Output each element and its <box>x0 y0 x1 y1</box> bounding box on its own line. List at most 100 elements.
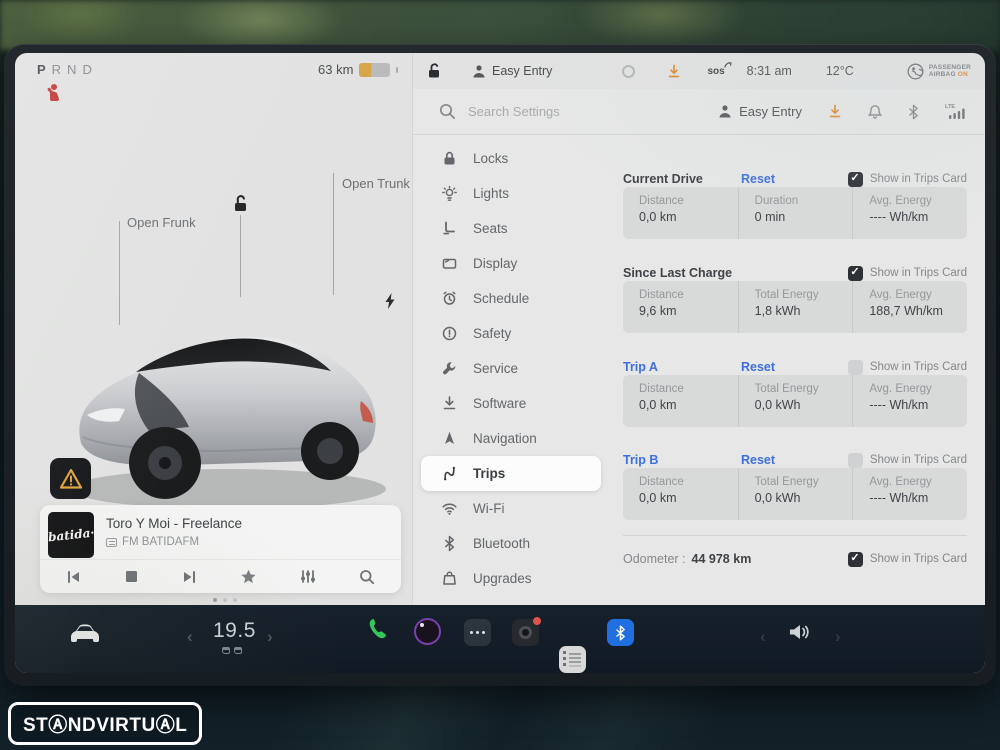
airbag-icon <box>907 63 924 79</box>
sidebar-item-locks[interactable]: Locks <box>413 141 609 176</box>
volume-icon[interactable] <box>787 621 811 643</box>
volume-down-chevron[interactable]: ‹ <box>760 627 766 647</box>
unlocked-icon[interactable] <box>232 195 249 212</box>
track-title[interactable]: Toro Y Moi - Freelance <box>106 516 242 531</box>
bottom-dock: ‹ 19.5 › ‹ › <box>15 605 985 673</box>
sidebar-item-display[interactable]: Display <box>413 246 609 281</box>
sidebar-item-safety[interactable]: Safety <box>413 316 609 351</box>
trip-name[interactable]: Trip B <box>623 453 741 467</box>
sidebar-item-navigation[interactable]: Navigation <box>413 421 609 456</box>
bell-icon[interactable] <box>868 104 882 119</box>
divider <box>623 535 967 536</box>
download-icon[interactable] <box>667 64 681 79</box>
reset-button[interactable]: Reset <box>741 172 775 186</box>
temp-decrease-chevron[interactable]: ‹ <box>187 627 193 647</box>
cabin-temperature[interactable]: 19.5 <box>213 619 256 643</box>
clock: 8:31 am <box>746 64 792 78</box>
more-apps-icon[interactable] <box>464 619 491 646</box>
page-indicator <box>213 598 237 602</box>
album-art[interactable]: batida· <box>48 512 94 558</box>
sidebar-item-service[interactable]: Service <box>413 351 609 386</box>
upgrades-icon <box>443 571 456 585</box>
lock-icon <box>444 151 455 165</box>
media-player-card[interactable]: batida· Toro Y Moi - Freelance FM BATIDA… <box>40 505 401 593</box>
battery-nub <box>396 66 399 73</box>
status-bar-right: Easy Entry sos 8:31 am 12°C PASSENGER AIR… <box>412 53 985 89</box>
record-status-icon[interactable] <box>622 64 636 78</box>
temp-increase-chevron[interactable]: › <box>267 627 273 647</box>
reset-button[interactable]: Reset <box>741 360 775 374</box>
since-last-charge-header: Since Last Charge Show in Trips Card <box>623 263 967 283</box>
open-frunk-label[interactable]: Open Frunk <box>127 215 196 231</box>
lte-signal-icon: LTE <box>945 104 965 119</box>
standvirtual-watermark: STⒶNDVIRTUⒶL <box>8 702 203 745</box>
open-trunk-label[interactable]: Open Trunk <box>342 176 410 192</box>
gear-indicator: PRND <box>37 62 98 77</box>
calendar-icon[interactable] <box>559 646 586 673</box>
settings-sidebar: Locks Lights Seats Display Schedule Safe… <box>413 141 609 596</box>
phone-icon[interactable] <box>365 617 391 643</box>
sidebar-item-seats[interactable]: Seats <box>413 211 609 246</box>
favorite-icon[interactable] <box>240 569 257 585</box>
trips-content: Current Drive Reset Show in Trips Card D… <box>623 141 967 605</box>
vehicle-visualization[interactable] <box>43 251 407 531</box>
unlocked-icon[interactable] <box>427 63 442 79</box>
equalizer-icon[interactable] <box>300 569 316 584</box>
hazard-warning-icon <box>59 468 82 489</box>
sidebar-item-upgrades[interactable]: Upgrades <box>413 561 609 596</box>
schedule-icon <box>443 291 456 305</box>
range-text: 63 km <box>318 62 354 77</box>
download-icon[interactable] <box>828 104 842 119</box>
voice-app-icon[interactable] <box>414 618 441 645</box>
dashcam-icon[interactable] <box>512 617 541 646</box>
seatbelt-warning-icon <box>47 84 59 102</box>
next-icon[interactable] <box>181 570 197 584</box>
seat-icon <box>443 221 455 235</box>
car-controls-button[interactable] <box>67 621 103 647</box>
radio-source-icon <box>106 537 117 547</box>
reset-button[interactable]: Reset <box>741 453 775 467</box>
trees-reflection <box>0 0 1000 50</box>
search-icon[interactable] <box>359 569 375 585</box>
media-source[interactable]: FM BATIDAFM <box>106 536 199 548</box>
trip-a-header: Trip A Reset Show in Trips Card <box>623 359 967 375</box>
show-in-trips-checkbox[interactable] <box>847 359 863 375</box>
show-in-trips-checkbox[interactable] <box>847 265 863 281</box>
trip-name[interactable]: Trip A <box>623 360 741 374</box>
show-in-trips-checkbox[interactable] <box>847 452 863 468</box>
sidebar-item-lights[interactable]: Lights <box>413 176 609 211</box>
show-in-trips-checkbox[interactable] <box>847 551 863 567</box>
airbag-state: ON <box>957 71 968 78</box>
sidebar-item-trips[interactable]: Trips <box>421 456 601 491</box>
seat-heater-icons[interactable] <box>222 647 242 654</box>
sidebar-item-wifi[interactable]: Wi-Fi <box>413 491 609 526</box>
sidebar-item-bluetooth[interactable]: Bluetooth <box>413 526 609 561</box>
current-drive-table: Distance 0,0 km Duration 0 min Avg. Energy… <box>623 187 967 239</box>
show-in-trips-checkbox[interactable] <box>847 171 863 187</box>
album-art-label: batida· <box>48 525 94 545</box>
volume-up-chevron[interactable]: › <box>835 627 841 647</box>
hazard-warning-button[interactable] <box>50 458 91 499</box>
driver-profile[interactable]: Easy Entry <box>492 64 552 78</box>
profile-button[interactable]: Easy Entry <box>718 104 802 119</box>
software-icon <box>443 396 456 410</box>
sidebar-item-software[interactable]: Software <box>413 386 609 421</box>
bluetooth-icon <box>445 535 455 552</box>
previous-icon[interactable] <box>66 570 82 584</box>
search-icon[interactable] <box>439 103 456 120</box>
odometer-value: 44 978 km <box>691 552 752 566</box>
battery-range[interactable]: 63 km <box>318 62 399 77</box>
sidebar-item-schedule[interactable]: Schedule <box>413 281 609 316</box>
current-drive-header: Current Drive Reset Show in Trips Card <box>623 169 967 189</box>
stop-icon[interactable] <box>125 570 138 583</box>
bluetooth-app-icon[interactable] <box>607 619 634 646</box>
outside-temperature: 12°C <box>825 64 854 78</box>
bluetooth-icon[interactable] <box>908 104 919 120</box>
service-icon <box>443 362 456 375</box>
battery-icon <box>359 62 391 77</box>
section-title: Since Last Charge <box>623 266 733 280</box>
search-settings-input[interactable]: Search Settings <box>468 104 560 119</box>
navigation-icon <box>445 431 454 444</box>
sos-indicator: sos <box>707 61 732 77</box>
media-controls <box>40 559 401 593</box>
